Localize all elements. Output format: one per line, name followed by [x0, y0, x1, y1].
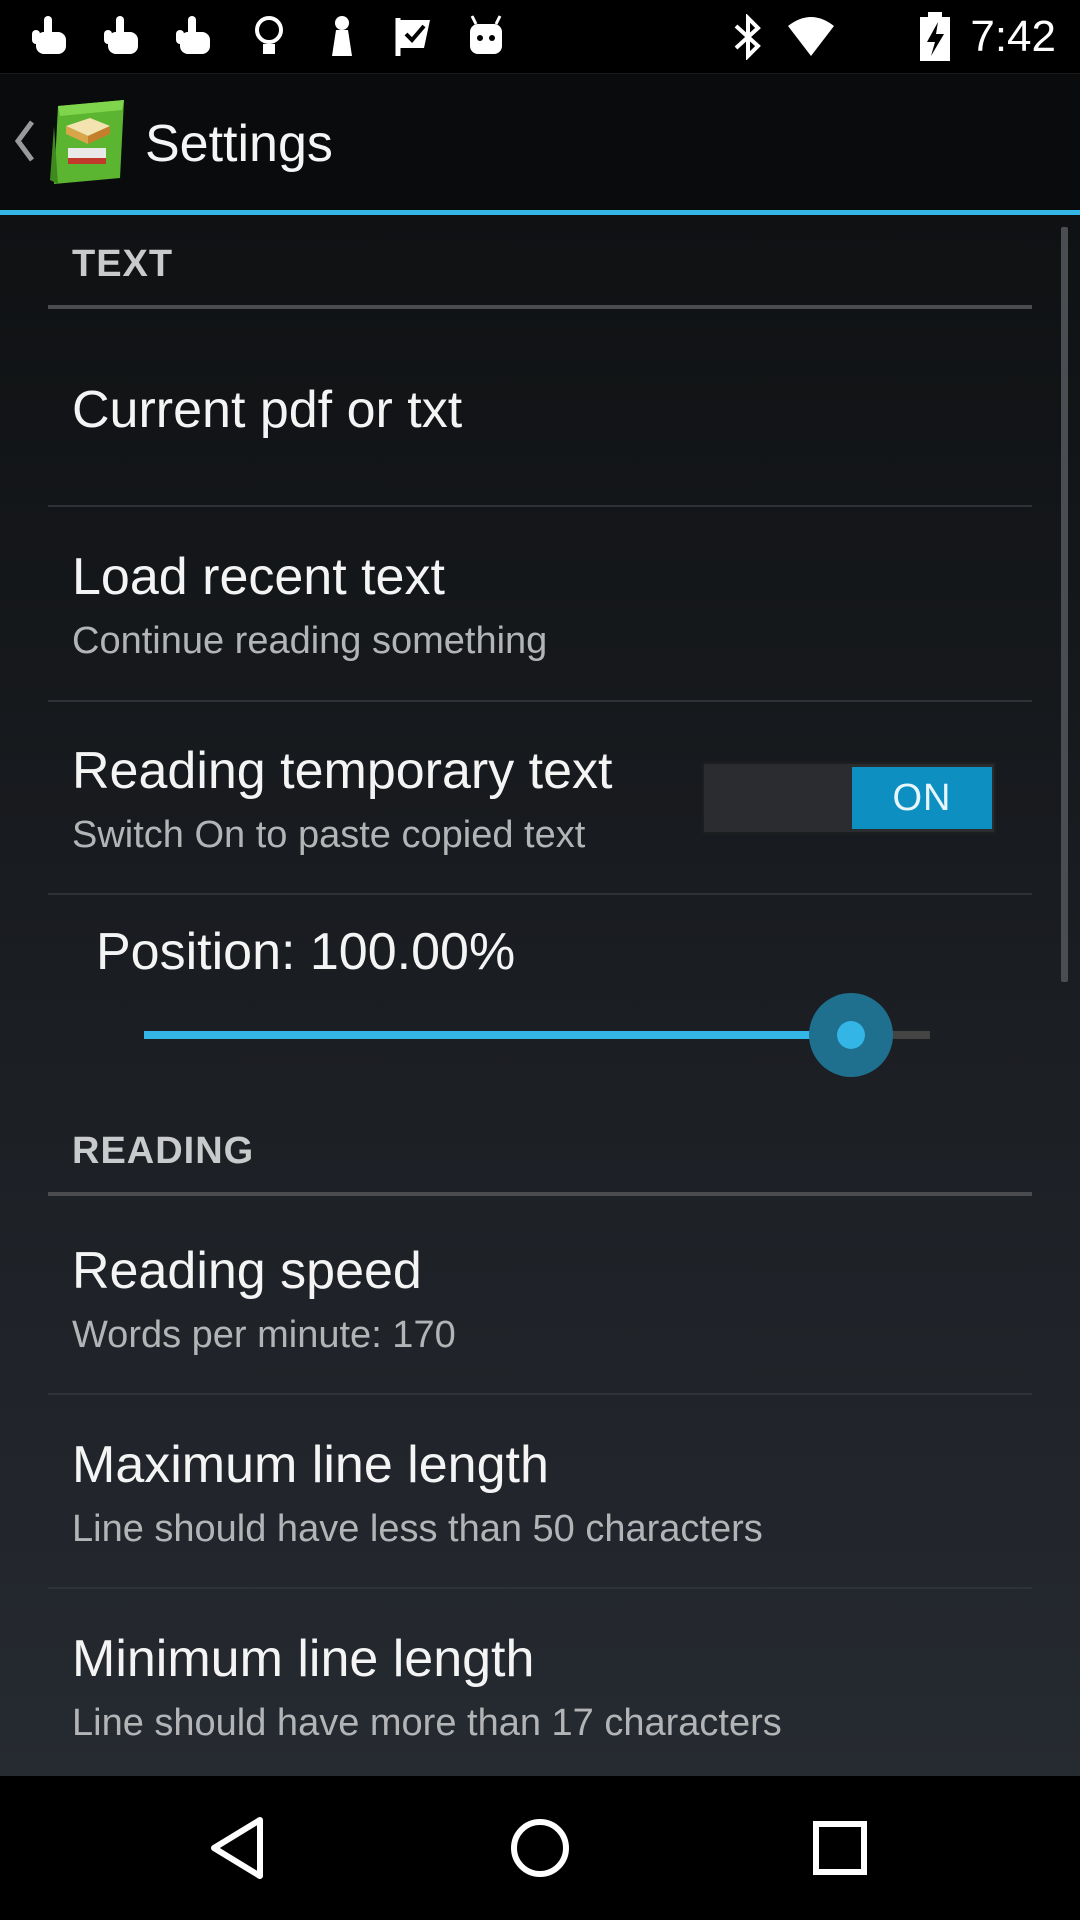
pref-title: Load recent text — [72, 548, 445, 606]
notification-hand-icon — [176, 16, 210, 54]
pref-summary: Line should have less than 50 characters — [72, 1508, 763, 1550]
notification-hand-icon — [32, 16, 66, 54]
position-slider-thumb[interactable] — [809, 993, 893, 1077]
back-icon[interactable] — [200, 1812, 280, 1884]
temporary-text-toggle[interactable]: ON — [702, 762, 996, 834]
pref-title: Minimum line length — [72, 1630, 535, 1688]
pref-title: Reading temporary text — [72, 742, 613, 800]
lightbulb-icon — [255, 16, 283, 54]
home-icon[interactable] — [500, 1812, 580, 1884]
android-icon — [470, 15, 502, 54]
settings-list[interactable]: TEXT Current pdf or txt Load recent text… — [0, 215, 1080, 1776]
pref-summary: Continue reading something — [72, 620, 548, 662]
page-title: Settings — [145, 115, 333, 173]
recents-icon[interactable] — [800, 1812, 880, 1884]
category-reading-header: READING — [72, 1130, 255, 1172]
pawn-icon — [332, 16, 352, 56]
divider — [48, 700, 1032, 702]
category-divider — [48, 305, 1032, 309]
back-chevron-icon[interactable] — [10, 116, 40, 166]
pref-summary: Line should have more than 17 characters — [72, 1702, 782, 1744]
action-bar: Settings — [0, 73, 1080, 210]
divider — [48, 1393, 1032, 1395]
navigation-bar — [0, 1776, 1080, 1920]
toggle-on-thumb: ON — [852, 767, 992, 829]
flag-check-icon — [395, 18, 430, 56]
scrollbar[interactable] — [1061, 227, 1068, 982]
divider — [48, 1587, 1032, 1589]
pref-title: Maximum line length — [72, 1436, 549, 1494]
notification-hand-icon — [104, 16, 138, 54]
divider — [48, 893, 1032, 895]
pref-title: Current pdf or txt — [72, 381, 463, 439]
pref-title: Reading speed — [72, 1242, 422, 1300]
pref-summary: Switch On to paste copied text — [72, 814, 586, 856]
clock: 7:42 — [970, 12, 1056, 61]
position-label: Position: 100.00% — [96, 923, 516, 981]
category-text-header: TEXT — [72, 243, 174, 285]
divider — [48, 505, 1032, 507]
category-divider — [48, 1192, 1032, 1196]
battery-charging-icon — [920, 12, 950, 61]
app-logo[interactable] — [44, 96, 130, 188]
wifi-icon — [788, 17, 834, 56]
status-bar: 7:42 — [0, 0, 1080, 73]
pref-summary: Words per minute: 170 — [72, 1314, 456, 1356]
position-slider-fill — [144, 1031, 851, 1039]
bluetooth-icon — [734, 14, 761, 60]
